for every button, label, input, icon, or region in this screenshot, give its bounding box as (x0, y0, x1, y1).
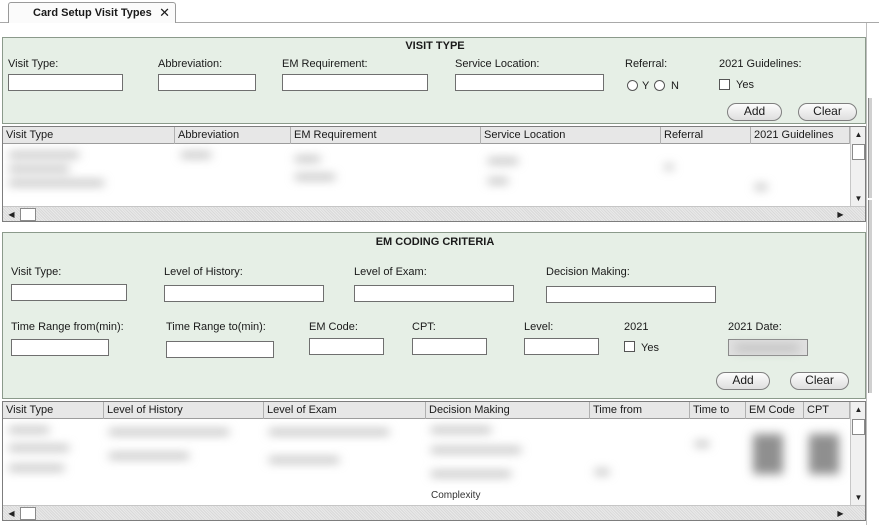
vscroll-thumb[interactable] (852, 419, 865, 435)
em-coding-grid[interactable]: Visit Type Level of History Level of Exa… (2, 401, 866, 521)
col-em-requirement[interactable]: EM Requirement (291, 127, 481, 144)
col-visit-type[interactable]: Visit Type (3, 127, 175, 144)
em-add-button[interactable]: Add (716, 372, 770, 390)
tab-title: Card Setup Visit Types (33, 7, 152, 19)
hscroll-thumb[interactable] (20, 208, 36, 221)
em-visit-type-label: Visit Type: (11, 266, 62, 278)
referral-y-label: Y (642, 80, 650, 92)
level-input[interactable] (524, 338, 599, 355)
em-clear-button[interactable]: Clear (790, 372, 849, 390)
level-exam-label: Level of Exam: (354, 266, 427, 278)
referral-y-radio[interactable] (627, 80, 638, 91)
date-2021-label: 2021 Date: (728, 321, 782, 333)
visit-type-grid[interactable]: Visit Type Abbreviation EM Requirement S… (2, 126, 866, 222)
level-history-label: Level of History: (164, 266, 243, 278)
visit-type-panel: VISIT TYPE Visit Type: Abbreviation: EM … (2, 37, 866, 124)
visit-type-grid-vscroll[interactable]: ▲ ▼ (850, 127, 865, 206)
col-em-visit-type[interactable]: Visit Type (3, 402, 104, 419)
visit-type-grid-rows (3, 145, 850, 206)
level-exam-input[interactable] (354, 285, 514, 302)
triangle-up-icon[interactable]: ▲ (851, 127, 865, 142)
level-history-input[interactable] (164, 285, 324, 302)
col-level-exam[interactable]: Level of Exam (264, 402, 426, 419)
decision-making-input[interactable] (546, 286, 716, 303)
col-decision-making[interactable]: Decision Making (426, 402, 590, 419)
triangle-left-icon[interactable]: ◀ (4, 207, 19, 221)
level-label: Level: (524, 321, 554, 333)
year-2021-yes-label: Yes (641, 342, 659, 354)
triangle-left-icon[interactable]: ◀ (4, 506, 19, 520)
vscroll-thumb[interactable] (852, 144, 865, 160)
referral-n-radio[interactable] (654, 80, 665, 91)
em-coding-grid-vscroll[interactable]: ▲ ▼ (850, 402, 865, 505)
col-abbreviation[interactable]: Abbreviation (175, 127, 291, 144)
triangle-up-icon[interactable]: ▲ (851, 402, 865, 417)
time-from-input[interactable] (11, 339, 109, 356)
visit-type-add-button[interactable]: Add (727, 103, 782, 121)
visit-type-input[interactable] (8, 74, 123, 91)
abbreviation-input[interactable] (158, 74, 256, 91)
em-coding-panel: EM CODING CRITERIA Visit Type: Level of … (2, 232, 866, 399)
em-requirement-input[interactable] (282, 74, 428, 91)
abbreviation-label: Abbreviation: (158, 58, 223, 70)
guidelines-label: 2021 Guidelines: (719, 58, 802, 70)
tab-card-setup-visit-types[interactable]: Card Setup Visit Types ✕ (8, 2, 176, 23)
col-time-to[interactable]: Time to (690, 402, 746, 419)
visit-type-title: VISIT TYPE (405, 40, 465, 52)
guidelines-checkbox[interactable] (719, 79, 730, 90)
time-to-label: Time Range to(min): (166, 321, 266, 333)
col-cpt[interactable]: CPT (804, 402, 850, 419)
col-2021-guidelines[interactable]: 2021 Guidelines (751, 127, 850, 144)
triangle-down-icon[interactable]: ▼ (851, 191, 865, 206)
col-em-code[interactable]: EM Code (746, 402, 804, 419)
cpt-label: CPT: (412, 321, 436, 333)
referral-label: Referral: (625, 58, 668, 70)
em-code-label: EM Code: (309, 321, 358, 333)
panel-edge (868, 98, 872, 198)
em-visit-type-input[interactable] (11, 284, 127, 301)
service-location-input[interactable] (455, 74, 604, 91)
col-level-history[interactable]: Level of History (104, 402, 264, 419)
service-location-label: Service Location: (455, 58, 540, 70)
em-coding-grid-hscroll[interactable]: ◀ ▶ (3, 505, 865, 520)
cpt-input[interactable] (412, 338, 487, 355)
col-time-from[interactable]: Time from (590, 402, 690, 419)
year-2021-label: 2021 (624, 321, 649, 333)
time-from-label: Time Range from(min): (11, 321, 124, 333)
col-referral[interactable]: Referral (661, 127, 751, 144)
guidelines-yes-label: Yes (736, 79, 754, 91)
visit-type-label: Visit Type: (8, 58, 59, 70)
triangle-right-icon[interactable]: ▶ (833, 207, 848, 221)
grid-text-fragment: Complexity (431, 490, 481, 501)
panel-edge-2 (868, 200, 872, 393)
referral-n-label: N (671, 80, 679, 92)
hscroll-thumb[interactable] (20, 507, 36, 520)
date-2021-input[interactable] (728, 339, 808, 356)
visit-type-grid-header: Visit Type Abbreviation EM Requirement S… (3, 127, 850, 144)
em-code-input[interactable] (309, 338, 384, 355)
tab-strip: Card Setup Visit Types ✕ (0, 0, 879, 23)
em-requirement-label: EM Requirement: (282, 58, 368, 70)
year-2021-checkbox[interactable] (624, 341, 635, 352)
decision-making-label: Decision Making: (546, 266, 630, 278)
time-to-input[interactable] (166, 341, 274, 358)
col-service-location[interactable]: Service Location (481, 127, 661, 144)
triangle-down-icon[interactable]: ▼ (851, 490, 865, 505)
close-icon[interactable]: ✕ (159, 3, 170, 23)
visit-type-grid-hscroll[interactable]: ◀ ▶ (3, 206, 865, 221)
triangle-right-icon[interactable]: ▶ (833, 506, 848, 520)
em-coding-grid-header: Visit Type Level of History Level of Exa… (3, 402, 850, 419)
visit-type-clear-button[interactable]: Clear (798, 103, 857, 121)
em-coding-grid-rows (3, 420, 850, 500)
em-coding-title: EM CODING CRITERIA (375, 236, 495, 248)
